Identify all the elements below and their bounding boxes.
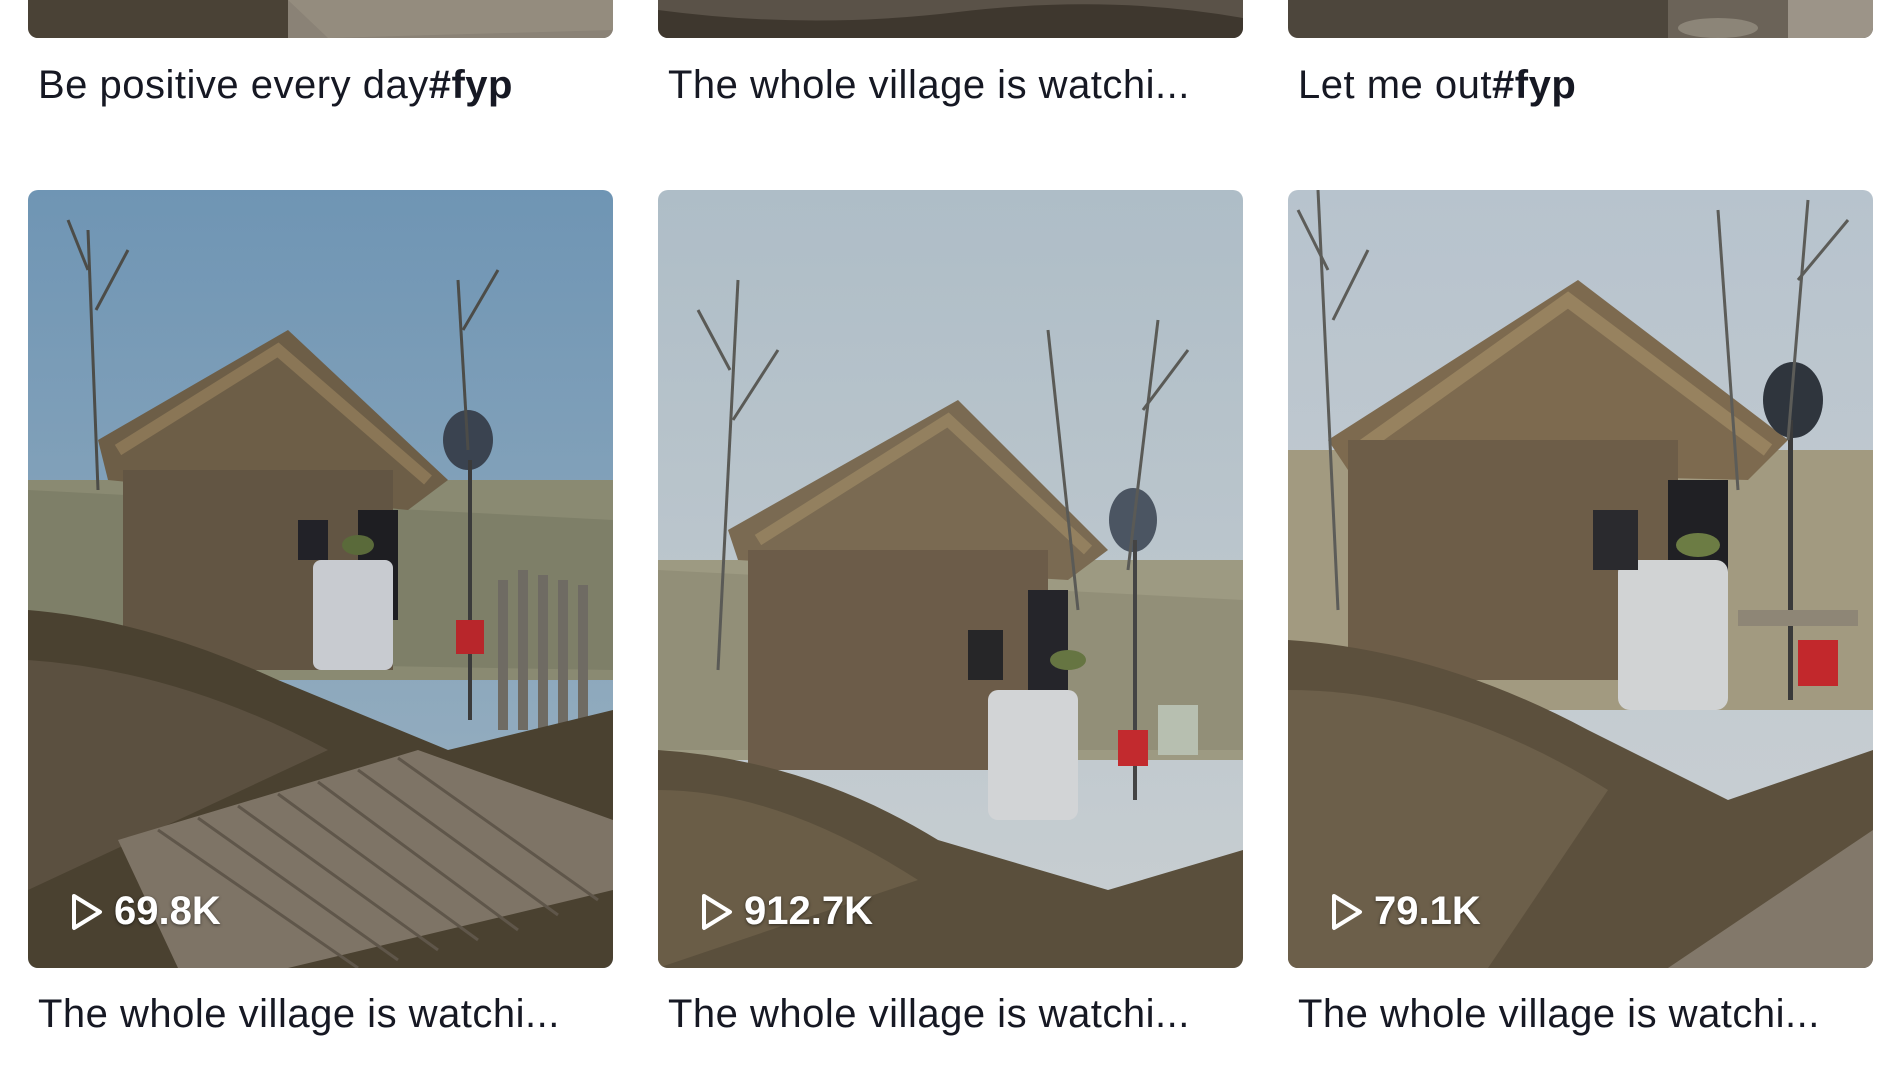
video-caption[interactable]: The whole village is watchi...: [668, 63, 1243, 108]
play-icon: [702, 893, 732, 930]
view-count-text: 912.7K: [744, 889, 873, 933]
video-caption[interactable]: The whole village is watchi...: [38, 992, 613, 1037]
video-card[interactable]: Be positive every day#fyp: [28, 0, 613, 108]
caption-text: The whole village is watchi...: [668, 63, 1190, 107]
video-row-bottom: 69.8K The whole village is watchi... 912…: [28, 190, 1873, 1069]
video-row-top: Be positive every day#fyp The whole vill…: [28, 0, 1873, 120]
play-icon: [1332, 893, 1362, 930]
caption-text: The whole village is watchi...: [38, 992, 560, 1036]
video-thumbnail[interactable]: [658, 0, 1243, 38]
video-card[interactable]: 79.1K The whole village is watchi...: [1288, 190, 1873, 1037]
view-count-text: 79.1K: [1374, 889, 1481, 933]
caption-text: Be positive every day: [38, 63, 429, 107]
play-icon: [72, 893, 102, 930]
video-thumbnail[interactable]: 69.8K: [28, 190, 613, 968]
caption-text: Let me out: [1298, 63, 1493, 107]
video-thumbnail[interactable]: [1288, 0, 1873, 38]
video-card[interactable]: 69.8K The whole village is watchi...: [28, 190, 613, 1037]
video-thumbnail[interactable]: 912.7K: [658, 190, 1243, 968]
video-caption[interactable]: The whole village is watchi...: [668, 992, 1243, 1037]
view-count: 69.8K: [68, 889, 221, 934]
video-thumbnail[interactable]: 79.1K: [1288, 190, 1873, 968]
view-count: 79.1K: [1328, 889, 1481, 934]
video-card[interactable]: The whole village is watchi...: [658, 0, 1243, 108]
caption-hashtag[interactable]: #fyp: [429, 63, 513, 107]
caption-text: The whole village is watchi...: [668, 992, 1190, 1036]
caption-hashtag[interactable]: #fyp: [1492, 63, 1576, 107]
video-caption[interactable]: The whole village is watchi...: [1298, 992, 1873, 1037]
video-caption[interactable]: Be positive every day#fyp: [38, 63, 613, 108]
video-thumbnail[interactable]: [28, 0, 613, 38]
caption-text: The whole village is watchi...: [1298, 992, 1820, 1036]
view-count-text: 69.8K: [114, 889, 221, 933]
video-caption[interactable]: Let me out#fyp: [1298, 63, 1873, 108]
video-card[interactable]: 912.7K The whole village is watchi...: [658, 190, 1243, 1037]
video-card[interactable]: Let me out#fyp: [1288, 0, 1873, 108]
view-count: 912.7K: [698, 889, 873, 934]
